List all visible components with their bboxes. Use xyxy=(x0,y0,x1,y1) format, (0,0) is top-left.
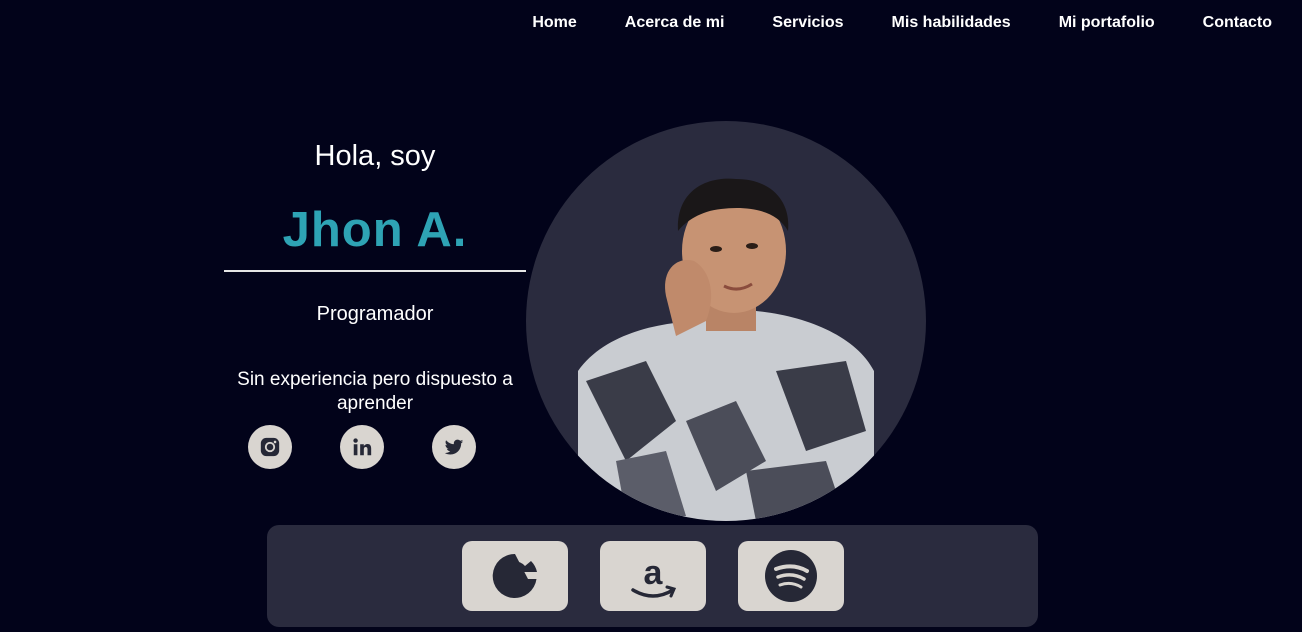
spotify-button[interactable] xyxy=(737,541,844,611)
name-divider xyxy=(224,270,526,272)
profile-photo-frame xyxy=(526,121,926,521)
nav-skills-link[interactable]: Mis habilidades xyxy=(892,14,1011,32)
amazon-button[interactable]: a xyxy=(599,541,706,611)
greeting-text: Hola, soy xyxy=(314,140,436,172)
hero-name: Jhon A. xyxy=(282,203,468,257)
google-button[interactable] xyxy=(461,541,568,611)
amazon-icon: a xyxy=(630,554,676,598)
nav-services-link[interactable]: Servicios xyxy=(772,14,843,32)
service-dock: a xyxy=(267,525,1038,627)
spotify-icon xyxy=(764,550,817,602)
top-nav: Home Acerca de mi Servicios Mis habilida… xyxy=(0,0,1302,46)
instagram-button[interactable] xyxy=(248,425,292,469)
nav-home-link[interactable]: Home xyxy=(532,14,576,32)
twitter-icon xyxy=(444,439,464,455)
svg-text:a: a xyxy=(643,554,663,592)
nav-portfolio-link[interactable]: Mi portafolio xyxy=(1059,14,1155,32)
instagram-icon xyxy=(260,437,280,457)
twitter-button[interactable] xyxy=(432,425,476,469)
linkedin-button[interactable] xyxy=(340,425,384,469)
nav-about-link[interactable]: Acerca de mi xyxy=(625,14,725,32)
social-links xyxy=(248,425,476,469)
hero-tagline: Sin experiencia pero dispuesto a aprende… xyxy=(237,369,513,414)
google-icon xyxy=(492,553,537,598)
profile-photo xyxy=(578,178,874,521)
linkedin-icon xyxy=(353,438,372,456)
hero-intro: Hola, soy Jhon A. Programador Sin experi… xyxy=(224,130,526,416)
nav-contact-link[interactable]: Contacto xyxy=(1203,14,1272,32)
hero-role: Programador xyxy=(316,303,434,325)
